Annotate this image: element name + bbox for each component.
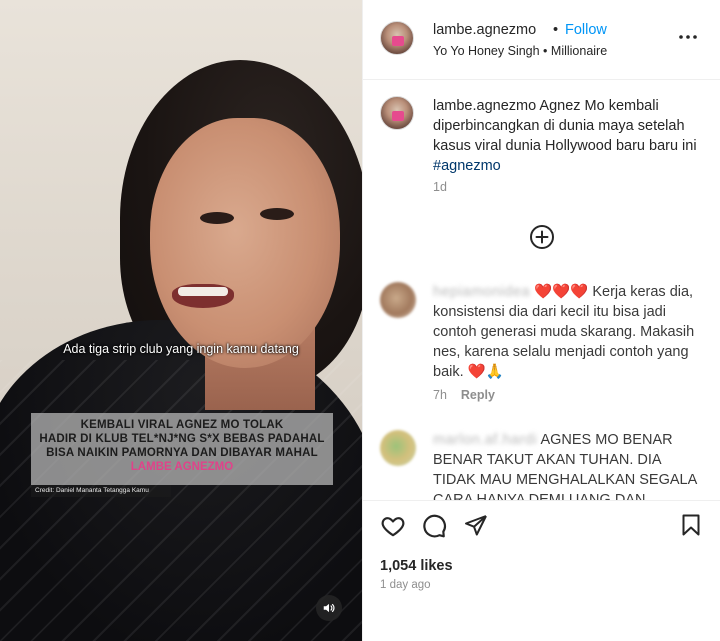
share-icon [465, 515, 487, 536]
mute-toggle-button[interactable] [316, 595, 342, 621]
commenter-username[interactable]: marlon.af.hardi [433, 430, 537, 450]
likes-count[interactable]: 1,054 likes [380, 558, 453, 574]
audio-track-link[interactable]: Yo Yo Honey Singh • Millionaire [433, 44, 607, 58]
more-options-button[interactable] [677, 26, 699, 48]
plus-circle-icon [530, 225, 554, 249]
reply-button[interactable]: Reply [461, 388, 495, 402]
comment-button[interactable] [421, 513, 447, 539]
video-frame-eye-left [200, 212, 234, 224]
video-credit: Credit: Daniel Manantа Tetangga Kamu [31, 485, 171, 497]
headline-line: BISA NAIKIN PAMORNYA DAN DIBAYAR MAHAL [46, 447, 318, 459]
caption-text: lambe.agnezmo Agnez Mo kembali diperbinc… [433, 96, 705, 176]
video-headline-box: KEMBALI VIRAL AGNEZ MO TOLAK HADIR DI KL… [31, 413, 333, 485]
share-button[interactable] [464, 513, 490, 539]
comment-hearts: ❤️❤️❤️ [534, 284, 589, 300]
headline-line: HADIR DI KLUB TEL*NJ*NG S*X BEBAS PADAHA… [39, 433, 325, 445]
commenter-avatar[interactable] [380, 282, 416, 318]
caption-username[interactable]: lambe.agnezmo [433, 98, 536, 114]
post-timestamp[interactable]: 1 day ago [380, 579, 431, 591]
comment-icon [423, 514, 446, 538]
like-button[interactable] [380, 513, 406, 539]
headline-brand: LAMBE AGNEZMO [130, 461, 234, 473]
save-button[interactable] [679, 513, 705, 539]
caption-timestamp[interactable]: 1d [433, 180, 447, 194]
author-username[interactable]: lambe.agnezmo [433, 22, 536, 38]
video-frame-face [150, 118, 340, 368]
more-horizontal-icon [679, 35, 697, 39]
separator-dot: • [553, 22, 559, 38]
author-avatar[interactable] [380, 21, 414, 55]
speaker-icon [323, 603, 335, 613]
comment-emoji: ❤️🙏 [467, 364, 504, 380]
commenter-avatar[interactable] [380, 430, 416, 466]
caption-author-avatar[interactable] [380, 96, 414, 130]
load-more-comments-button[interactable] [529, 224, 555, 250]
video-frame-eye-right [260, 208, 294, 220]
comment-time[interactable]: 7h [433, 388, 447, 402]
caption-hashtag[interactable]: #agnezmo [433, 158, 501, 174]
post-sidebar: lambe.agnezmo • Follow Yo Yo Honey Singh… [362, 0, 720, 641]
comment-text: hepiamonidea ❤️❤️❤️ Kerja keras dia, kon… [433, 282, 705, 382]
post-media-video[interactable]: Ada tiga strip club yang ingin kamu data… [0, 0, 362, 641]
follow-button[interactable]: Follow [565, 22, 607, 38]
commenter-username[interactable]: hepiamonidea [433, 282, 530, 302]
bookmark-icon [682, 514, 700, 536]
headline-line: KEMBALI VIRAL AGNEZ MO TOLAK [80, 419, 284, 431]
video-frame-teeth [178, 287, 228, 296]
comment-text: marlon.af.hardi AGNES MO BENAR BENAR TAK… [433, 430, 705, 510]
comment-meta: 7h Reply [433, 388, 495, 402]
heart-icon [381, 517, 405, 537]
post-header: lambe.agnezmo • Follow Yo Yo Honey Singh… [363, 0, 720, 80]
post-actions-bar: 1,054 likes 1 day ago [363, 500, 720, 641]
video-subtitle: Ada tiga strip club yang ingin kamu data… [63, 342, 299, 356]
